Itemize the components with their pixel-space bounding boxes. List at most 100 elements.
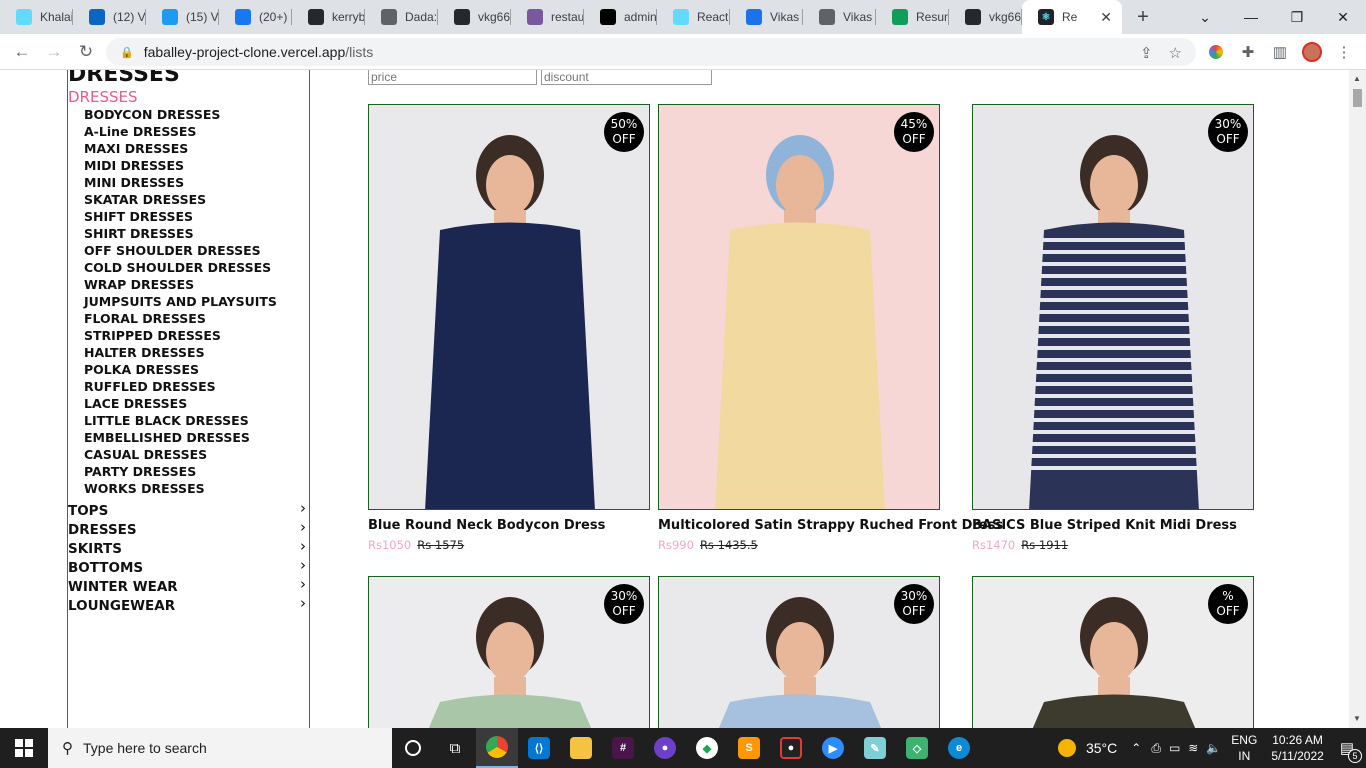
reload-button[interactable]: ↻ [70, 42, 102, 62]
subcategory-item[interactable]: HALTER DRESSES [84, 344, 277, 361]
tab-9[interactable]: React [657, 0, 730, 34]
product-image[interactable]: 45% OFF [658, 104, 940, 510]
tab-13[interactable]: vkg66 [949, 0, 1022, 34]
tab-active[interactable]: ⚛ Re ✕ [1022, 0, 1122, 34]
weather-sun-icon[interactable] [1057, 739, 1076, 757]
extensions-puzzle-icon[interactable]: ✚ [1237, 41, 1259, 63]
subcategory-item[interactable]: A-Line DRESSES [84, 123, 277, 140]
tab-search-icon[interactable]: ⌄ [1182, 0, 1228, 34]
address-bar[interactable]: 🔒 faballey-project-clone.vercel.app/list… [106, 38, 1196, 66]
subcategory-item[interactable]: LITTLE BLACK DRESSES [84, 412, 277, 429]
category-item[interactable]: TOPS › [68, 499, 310, 522]
subcategory-item[interactable]: BODYCON DRESSES [84, 106, 277, 123]
taskbar-search-box[interactable]: ⚲ Type here to search [48, 728, 392, 768]
chrome-taskbar-icon[interactable] [476, 728, 518, 768]
chevron-right-icon[interactable]: › [300, 594, 306, 612]
product-image[interactable]: 50% OFF [368, 104, 650, 510]
tab-0[interactable]: Khalai [0, 0, 73, 34]
category-item[interactable]: DRESSES › [68, 518, 310, 541]
subcategory-item[interactable]: MINI DRESSES [84, 174, 277, 191]
subcategory-item[interactable]: RUFFLED DRESSES [84, 378, 277, 395]
subcategory-item[interactable]: PARTY DRESSES [84, 463, 277, 480]
back-button[interactable]: ← [6, 42, 38, 62]
product-image[interactable]: 30% OFF [658, 576, 940, 728]
product-name[interactable]: BASICS Blue Striped Knit Midi Dress [972, 518, 1237, 533]
chevron-right-icon[interactable]: › [300, 499, 306, 517]
mongodb-compass-icon[interactable]: ◆ [686, 728, 728, 768]
category-item[interactable]: BOTTOMS › [68, 556, 310, 579]
task-view-icon[interactable]: ⧉ [434, 728, 476, 768]
clock[interactable]: 10:26 AM 5/11/2022 [1271, 732, 1324, 764]
subcategory-item[interactable]: STRIPPED DRESSES [84, 327, 277, 344]
share-icon[interactable]: ⇪ [1140, 44, 1153, 62]
edge-taskbar-icon[interactable]: e [938, 728, 980, 768]
minimize-button[interactable]: — [1228, 0, 1274, 34]
scroll-up-arrow[interactable]: ▲ [1353, 74, 1361, 83]
tab-6[interactable]: vkg66 [438, 0, 511, 34]
notepad-icon[interactable]: ✎ [854, 728, 896, 768]
git-client-icon[interactable]: ◇ [896, 728, 938, 768]
page-scrollbar[interactable]: ▲ ▼ [1349, 70, 1366, 728]
color-extension-icon[interactable] [1205, 41, 1227, 63]
subcategory-item[interactable]: EMBELLISHED DRESSES [84, 429, 277, 446]
subcategory-item[interactable]: SKATAR DRESSES [84, 191, 277, 208]
chevron-right-icon[interactable]: › [300, 556, 306, 574]
price-filter-input[interactable] [368, 70, 537, 85]
scroll-down-arrow[interactable]: ▼ [1353, 714, 1361, 723]
forward-button[interactable]: → [38, 42, 70, 62]
wifi-icon[interactable]: ≋ [1188, 741, 1198, 755]
tab-10[interactable]: Vikas [730, 0, 803, 34]
category-item[interactable]: LOUNGEWEAR › [68, 594, 310, 617]
close-tab-icon[interactable]: ✕ [1100, 9, 1112, 26]
chevron-right-icon[interactable]: › [300, 518, 306, 536]
restore-button[interactable]: ❐ [1274, 0, 1320, 34]
tab-4[interactable]: kerryb [292, 0, 365, 34]
notification-center-icon[interactable]: ▤ 5 [1340, 739, 1362, 763]
weather-temperature[interactable]: 35°C [1086, 740, 1117, 756]
file-explorer-icon[interactable] [560, 728, 602, 768]
browser-menu-icon[interactable]: ⋮ [1333, 41, 1355, 63]
tab-8[interactable]: admin [584, 0, 657, 34]
start-button[interactable] [0, 728, 48, 768]
category-item[interactable]: WINTER WEAR › [68, 575, 310, 598]
close-window-button[interactable]: ✕ [1320, 0, 1366, 34]
product-image[interactable]: % OFF [972, 576, 1254, 728]
subcategory-item[interactable]: WORKS DRESSES [84, 480, 277, 497]
side-panel-icon[interactable]: ▥ [1269, 41, 1291, 63]
screen-recorder-icon[interactable]: ● [770, 728, 812, 768]
new-tab-button[interactable]: + [1128, 6, 1158, 29]
vscode-taskbar-icon[interactable]: ⟨⟩ [518, 728, 560, 768]
language-indicator[interactable]: ENG IN [1231, 732, 1257, 764]
tab-3[interactable]: (20+) [219, 0, 292, 34]
product-image[interactable]: 30% OFF [368, 576, 650, 728]
subcategory-item[interactable]: COLD SHOULDER DRESSES [84, 259, 277, 276]
bookmark-star-icon[interactable]: ☆ [1169, 44, 1182, 62]
subcategory-item[interactable]: LACE DRESSES [84, 395, 277, 412]
product-image[interactable]: 30% OFF [972, 104, 1254, 510]
slack-taskbar-icon[interactable]: # [602, 728, 644, 768]
tab-2[interactable]: (15) Vi [146, 0, 219, 34]
show-hidden-icons[interactable]: ⌃ [1131, 741, 1141, 755]
battery-icon[interactable]: ▭ [1169, 741, 1180, 755]
tab-12[interactable]: Resun [876, 0, 949, 34]
product-name[interactable]: Blue Round Neck Bodycon Dress [368, 518, 605, 533]
chevron-right-icon[interactable]: › [300, 575, 306, 593]
subcategory-item[interactable]: POLKA DRESSES [84, 361, 277, 378]
github-desktop-icon[interactable]: ● [644, 728, 686, 768]
chevron-right-icon[interactable]: › [300, 537, 306, 555]
volume-icon[interactable]: 🔈 [1206, 741, 1221, 755]
sublime-text-icon[interactable]: S [728, 728, 770, 768]
subcategory-item[interactable]: CASUAL DRESSES [84, 446, 277, 463]
tab-5[interactable]: Dada: [365, 0, 438, 34]
scrollbar-thumb[interactable] [1353, 89, 1362, 107]
subcategory-item[interactable]: WRAP DRESSES [84, 276, 277, 293]
subcategory-item[interactable]: SHIFT DRESSES [84, 208, 277, 225]
meet-now-icon[interactable]: ⎙ [1151, 741, 1161, 756]
profile-avatar[interactable] [1301, 41, 1323, 63]
discount-filter-input[interactable] [541, 70, 712, 85]
tab-7[interactable]: restau [511, 0, 584, 34]
category-item[interactable]: SKIRTS › [68, 537, 310, 560]
subcategory-item[interactable]: SHIRT DRESSES [84, 225, 277, 242]
subcategory-item[interactable]: MAXI DRESSES [84, 140, 277, 157]
product-name[interactable]: Multicolored Satin Strappy Ruched Front … [658, 518, 1003, 533]
